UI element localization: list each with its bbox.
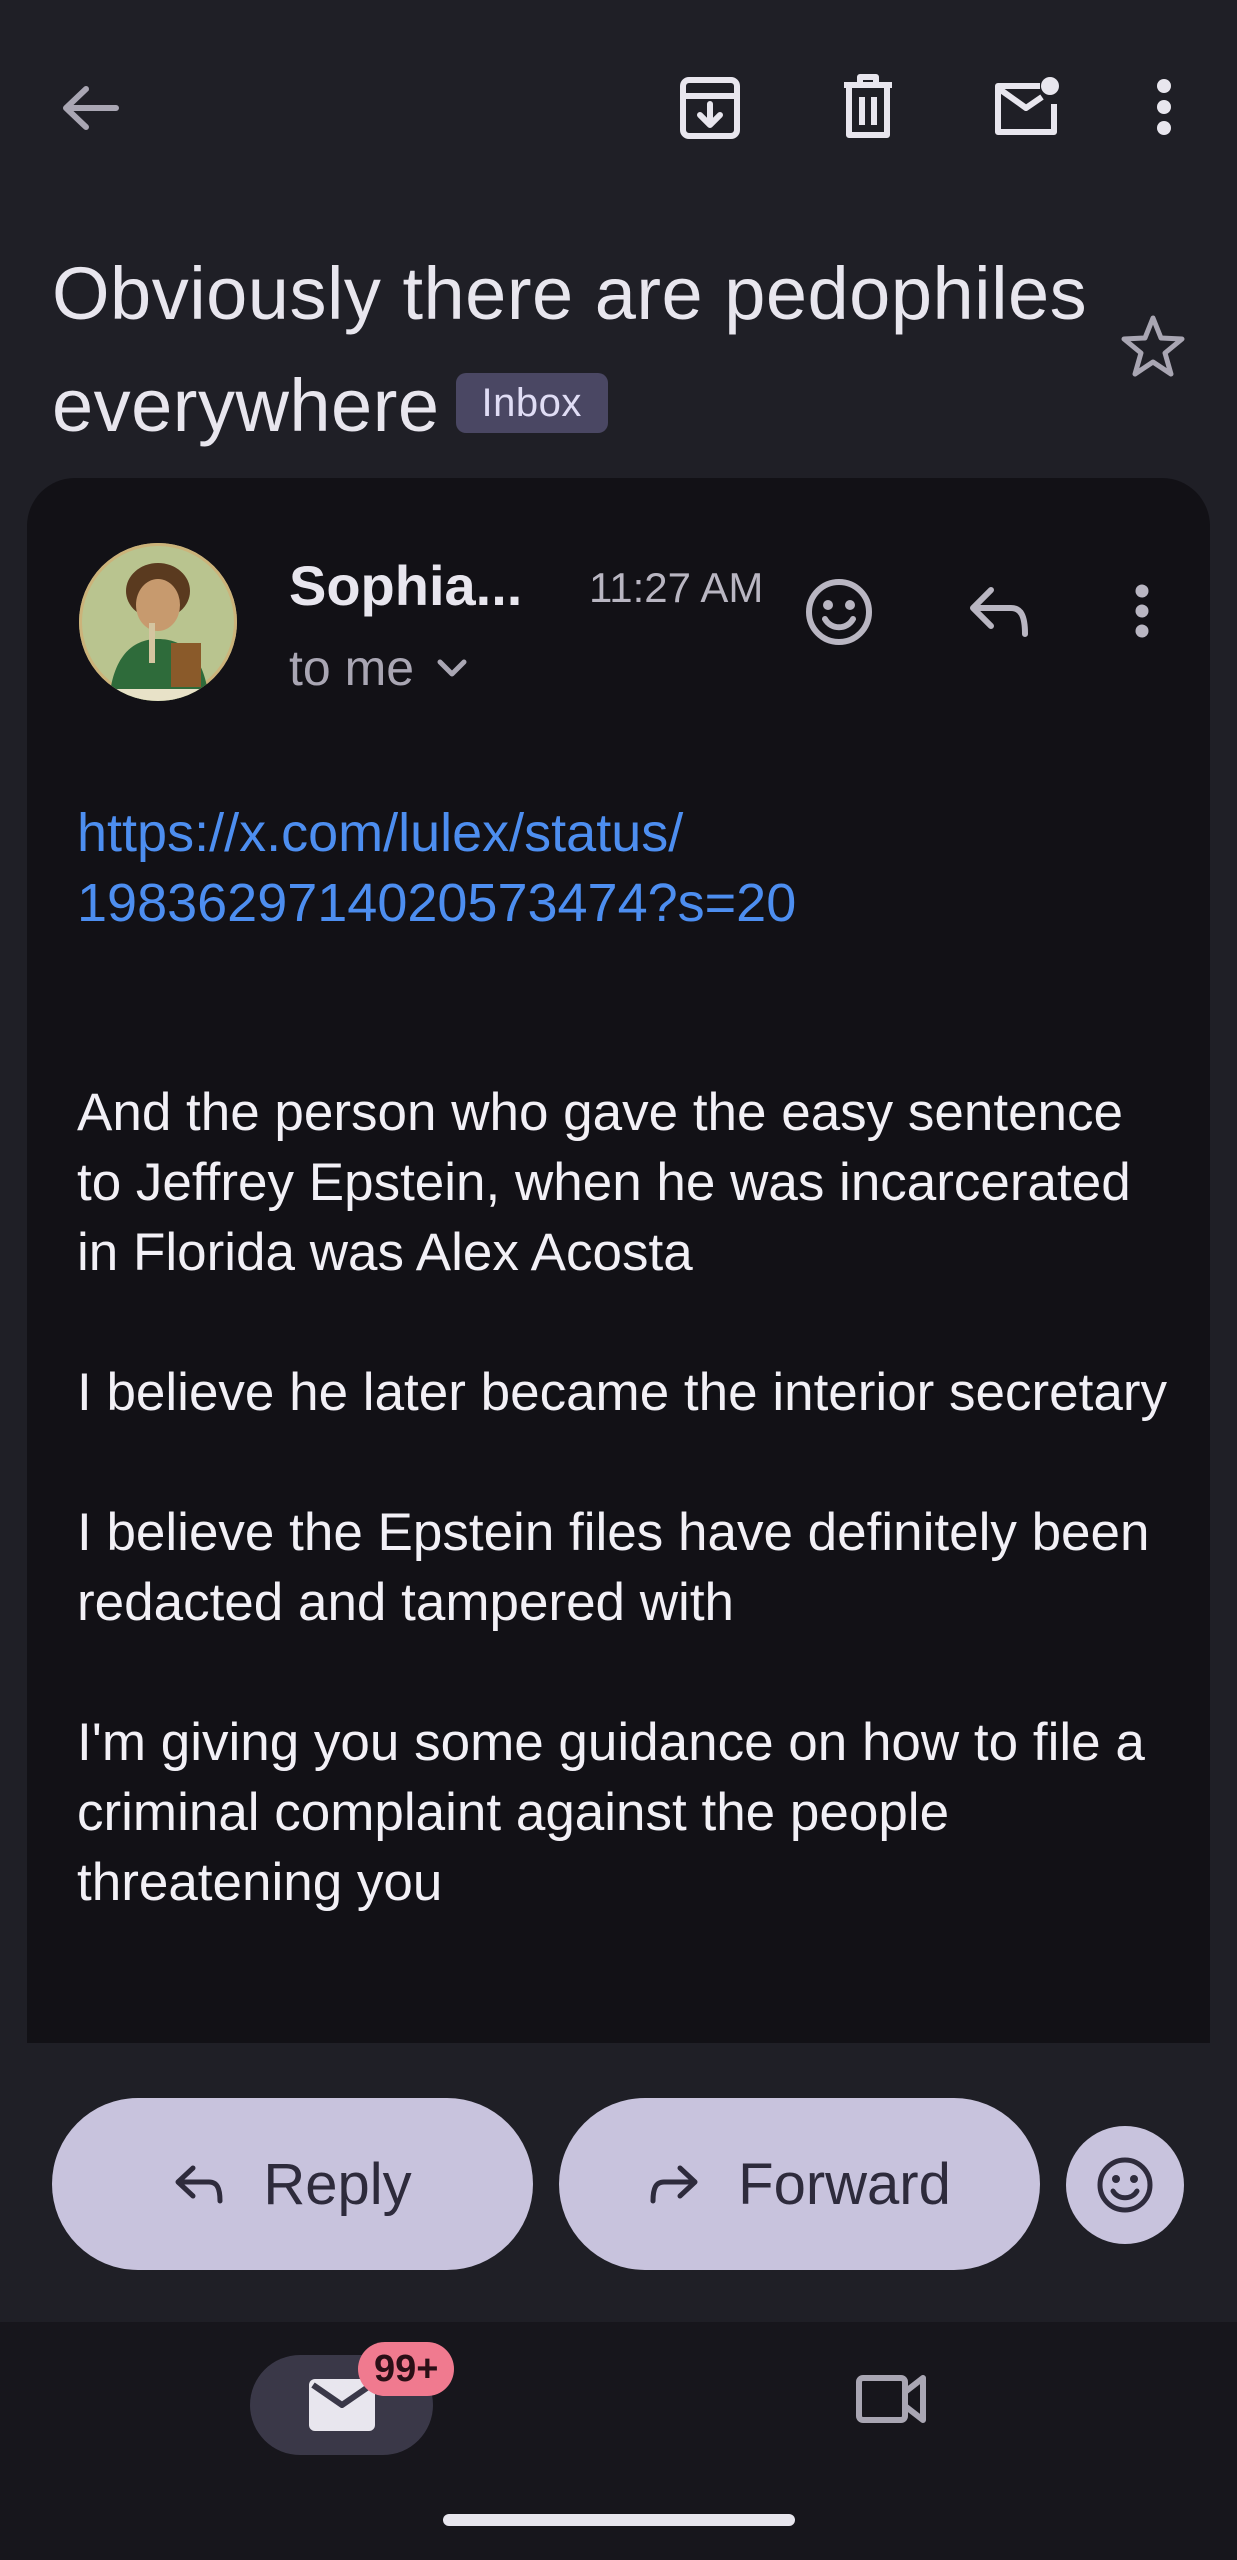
home-indicator[interactable] <box>443 2514 795 2526</box>
recipient-text: to me <box>289 640 415 696</box>
star-icon <box>1121 315 1185 377</box>
reply-button[interactable]: Reply <box>52 2098 533 2270</box>
react-emoji-button[interactable] <box>1066 2126 1184 2244</box>
reply-icon <box>970 587 1028 637</box>
mark-unread-button[interactable] <box>990 72 1062 142</box>
nav-meet-tab[interactable] <box>855 2370 927 2433</box>
emoji-icon <box>806 579 872 645</box>
chevron-down-icon <box>437 659 467 677</box>
more-vertical-icon <box>1135 584 1149 638</box>
add-reaction-button[interactable] <box>805 578 873 646</box>
message-more-button[interactable] <box>1127 582 1157 640</box>
reply-icon <box>175 2165 223 2204</box>
body-paragraph: I believe he later became the interior s… <box>77 1363 1167 1422</box>
more-vertical-icon <box>1157 79 1171 135</box>
message-time: 11:27 AM <box>589 564 764 611</box>
top-app-bar <box>0 0 1237 220</box>
email-subject: Obviously there are pedophiles everywher… <box>52 238 1092 462</box>
star-button[interactable] <box>1120 314 1186 383</box>
forward-button[interactable]: Forward <box>559 2098 1040 2270</box>
more-options-button[interactable] <box>1148 72 1180 142</box>
arrow-left-icon <box>63 86 119 130</box>
forward-icon <box>650 2165 698 2204</box>
message-card: Sophia... 11:27 AM to me https://x.com/l… <box>27 478 1210 2043</box>
forward-button-label: Forward <box>738 2151 951 2217</box>
link-line-2: 1983629714020573474?s=20 <box>77 873 797 933</box>
video-camera-icon <box>856 2375 926 2423</box>
back-button[interactable] <box>52 76 128 140</box>
mail-unread-icon <box>995 77 1059 135</box>
message-link[interactable]: https://x.com/lulex/status/ 198362971402… <box>77 798 1177 938</box>
body-paragraph: And the person who gave the easy sentenc… <box>77 1083 1131 1282</box>
sender-name[interactable]: Sophia... <box>289 546 522 626</box>
body-paragraph: I'm giving you some guidance on how to f… <box>77 1713 1145 1912</box>
link-line-1: https://x.com/lulex/status/ <box>77 803 684 863</box>
reply-icon-button[interactable] <box>967 584 1031 638</box>
body-paragraph: I believe the Epstein files have definit… <box>77 1503 1150 1632</box>
avatar-portrait-image <box>79 543 237 701</box>
email-view-screen: Obviously there are pedophiles everywher… <box>0 0 1237 2560</box>
trash-icon <box>844 74 892 138</box>
unread-count-badge: 99+ <box>358 2342 455 2396</box>
emoji-icon <box>1097 2157 1153 2213</box>
sender-avatar[interactable] <box>79 543 237 701</box>
message-body: And the person who gave the easy sentenc… <box>77 1078 1177 1988</box>
recipient-details-toggle[interactable]: to me <box>289 633 468 703</box>
archive-icon <box>680 77 740 139</box>
reply-button-label: Reply <box>263 2151 412 2217</box>
inbox-label-chip[interactable]: Inbox <box>455 373 608 434</box>
archive-button[interactable] <box>676 72 744 142</box>
delete-button[interactable] <box>834 70 902 142</box>
